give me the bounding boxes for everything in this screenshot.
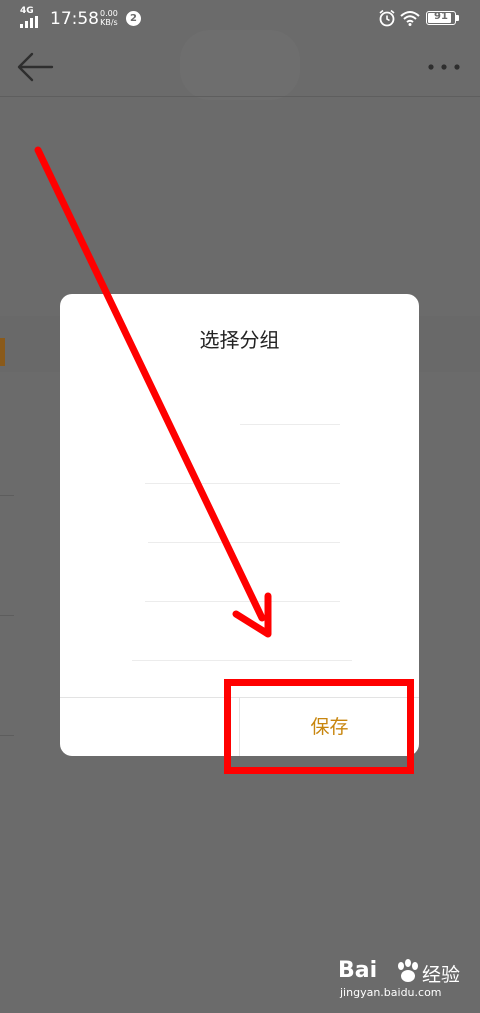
- paw-logo-icon: [398, 959, 418, 982]
- watermark-suffix: 经验: [422, 964, 461, 986]
- status-time: 17:58: [50, 9, 99, 29]
- network-speed-value: 0.00: [100, 9, 118, 18]
- baidu-jingyan-watermark: Bai 经验 jingyan.baidu.com: [338, 958, 470, 1004]
- background-divider: [0, 735, 14, 736]
- notification-count-badge: 2: [126, 11, 141, 26]
- group-option[interactable]: [148, 542, 340, 543]
- network-type: 4G: [20, 6, 34, 16]
- background-divider: [0, 495, 14, 496]
- battery-icon: 91: [426, 11, 456, 25]
- signal-icon: [20, 16, 38, 28]
- battery-cap: [456, 15, 459, 21]
- group-option[interactable]: [145, 601, 340, 602]
- group-option[interactable]: [132, 660, 352, 661]
- highlight-box: [224, 679, 414, 774]
- status-bar: 4G 17:58 0.00 KB/s 2 91: [0, 0, 480, 38]
- group-option[interactable]: [240, 424, 340, 425]
- background-divider: [0, 615, 14, 616]
- cancel-button[interactable]: [60, 698, 239, 756]
- battery-level: 91: [434, 11, 448, 22]
- wifi-icon: [400, 11, 420, 26]
- top-app-bar: [0, 38, 480, 97]
- watermark-brand: Bai: [338, 958, 378, 983]
- watermark-url: jingyan.baidu.com: [340, 986, 442, 999]
- group-option[interactable]: [145, 483, 340, 484]
- network-speed: 0.00 KB/s: [100, 9, 118, 27]
- more-options-icon[interactable]: [424, 56, 464, 78]
- network-speed-unit: KB/s: [100, 18, 118, 27]
- back-arrow-icon[interactable]: [16, 50, 54, 84]
- alarm-clock-icon: [379, 9, 395, 27]
- background-accent-tag: [0, 338, 5, 366]
- dialog-title: 选择分组: [199, 328, 280, 352]
